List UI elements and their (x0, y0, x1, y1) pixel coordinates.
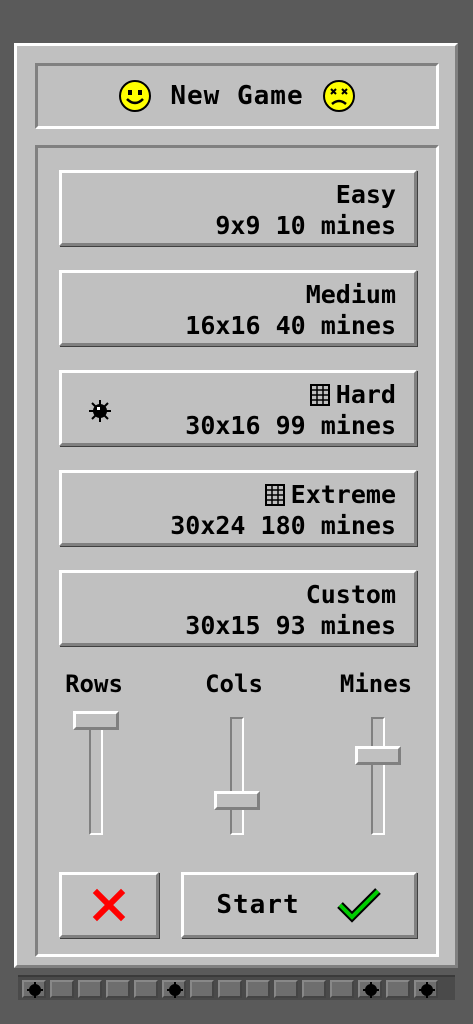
cancel-button[interactable] (59, 872, 159, 938)
mine-icon (419, 981, 435, 998)
start-label: Start (216, 890, 300, 920)
grid-icon (309, 383, 330, 406)
level-name: Extreme (290, 480, 396, 509)
rows-slider-label: Rows (65, 670, 123, 698)
close-x-icon (92, 888, 126, 922)
rows-slider-knob[interactable] (73, 711, 119, 730)
smiley-happy-icon (119, 80, 152, 112)
mine-icon (363, 981, 379, 998)
smiley-dead-icon (322, 80, 355, 112)
mine-icon (89, 400, 111, 422)
level-name: Custom (305, 580, 396, 609)
minefield-preview-strip (18, 975, 455, 1000)
cols-slider-knob[interactable] (214, 791, 260, 810)
level-extreme-button[interactable]: Extreme 30x24 180 mines (59, 470, 417, 546)
level-hard-button[interactable]: Hard 30x16 99 mines (59, 370, 417, 446)
options-panel: Easy 9x9 10 mines Medium 16x16 40 mines (35, 145, 439, 957)
mines-slider-track[interactable] (371, 717, 385, 835)
mines-slider-label: Mines (339, 670, 413, 698)
mines-slider-knob[interactable] (355, 746, 401, 765)
level-name: Medium (305, 280, 396, 309)
level-medium-button[interactable]: Medium 16x16 40 mines (59, 270, 417, 346)
rows-slider-track[interactable] (89, 717, 103, 835)
cols-slider-label: Cols (205, 670, 263, 698)
level-desc: 30x16 99 mines (185, 411, 396, 440)
checkmark-icon (336, 888, 381, 923)
grid-icon (264, 483, 285, 506)
dialog-header: New Game (35, 63, 439, 129)
level-custom-button[interactable]: Custom 30x15 93 mines (59, 570, 417, 646)
mine-icon (27, 981, 43, 998)
cols-slider-track[interactable] (230, 717, 244, 835)
new-game-dialog: New Game Easy 9x9 10 mines Medium 16x16 … (14, 43, 458, 968)
level-desc: 30x24 180 mines (170, 511, 396, 540)
level-desc: 16x16 40 mines (185, 311, 396, 340)
dialog-title: New Game (170, 81, 304, 111)
level-name: Hard (335, 380, 396, 409)
level-desc: 9x9 10 mines (215, 211, 396, 240)
level-name: Easy (335, 180, 396, 209)
level-easy-button[interactable]: Easy 9x9 10 mines (59, 170, 417, 246)
start-button[interactable]: Start (181, 872, 417, 938)
level-desc: 30x15 93 mines (185, 611, 396, 640)
mine-icon (167, 981, 183, 998)
